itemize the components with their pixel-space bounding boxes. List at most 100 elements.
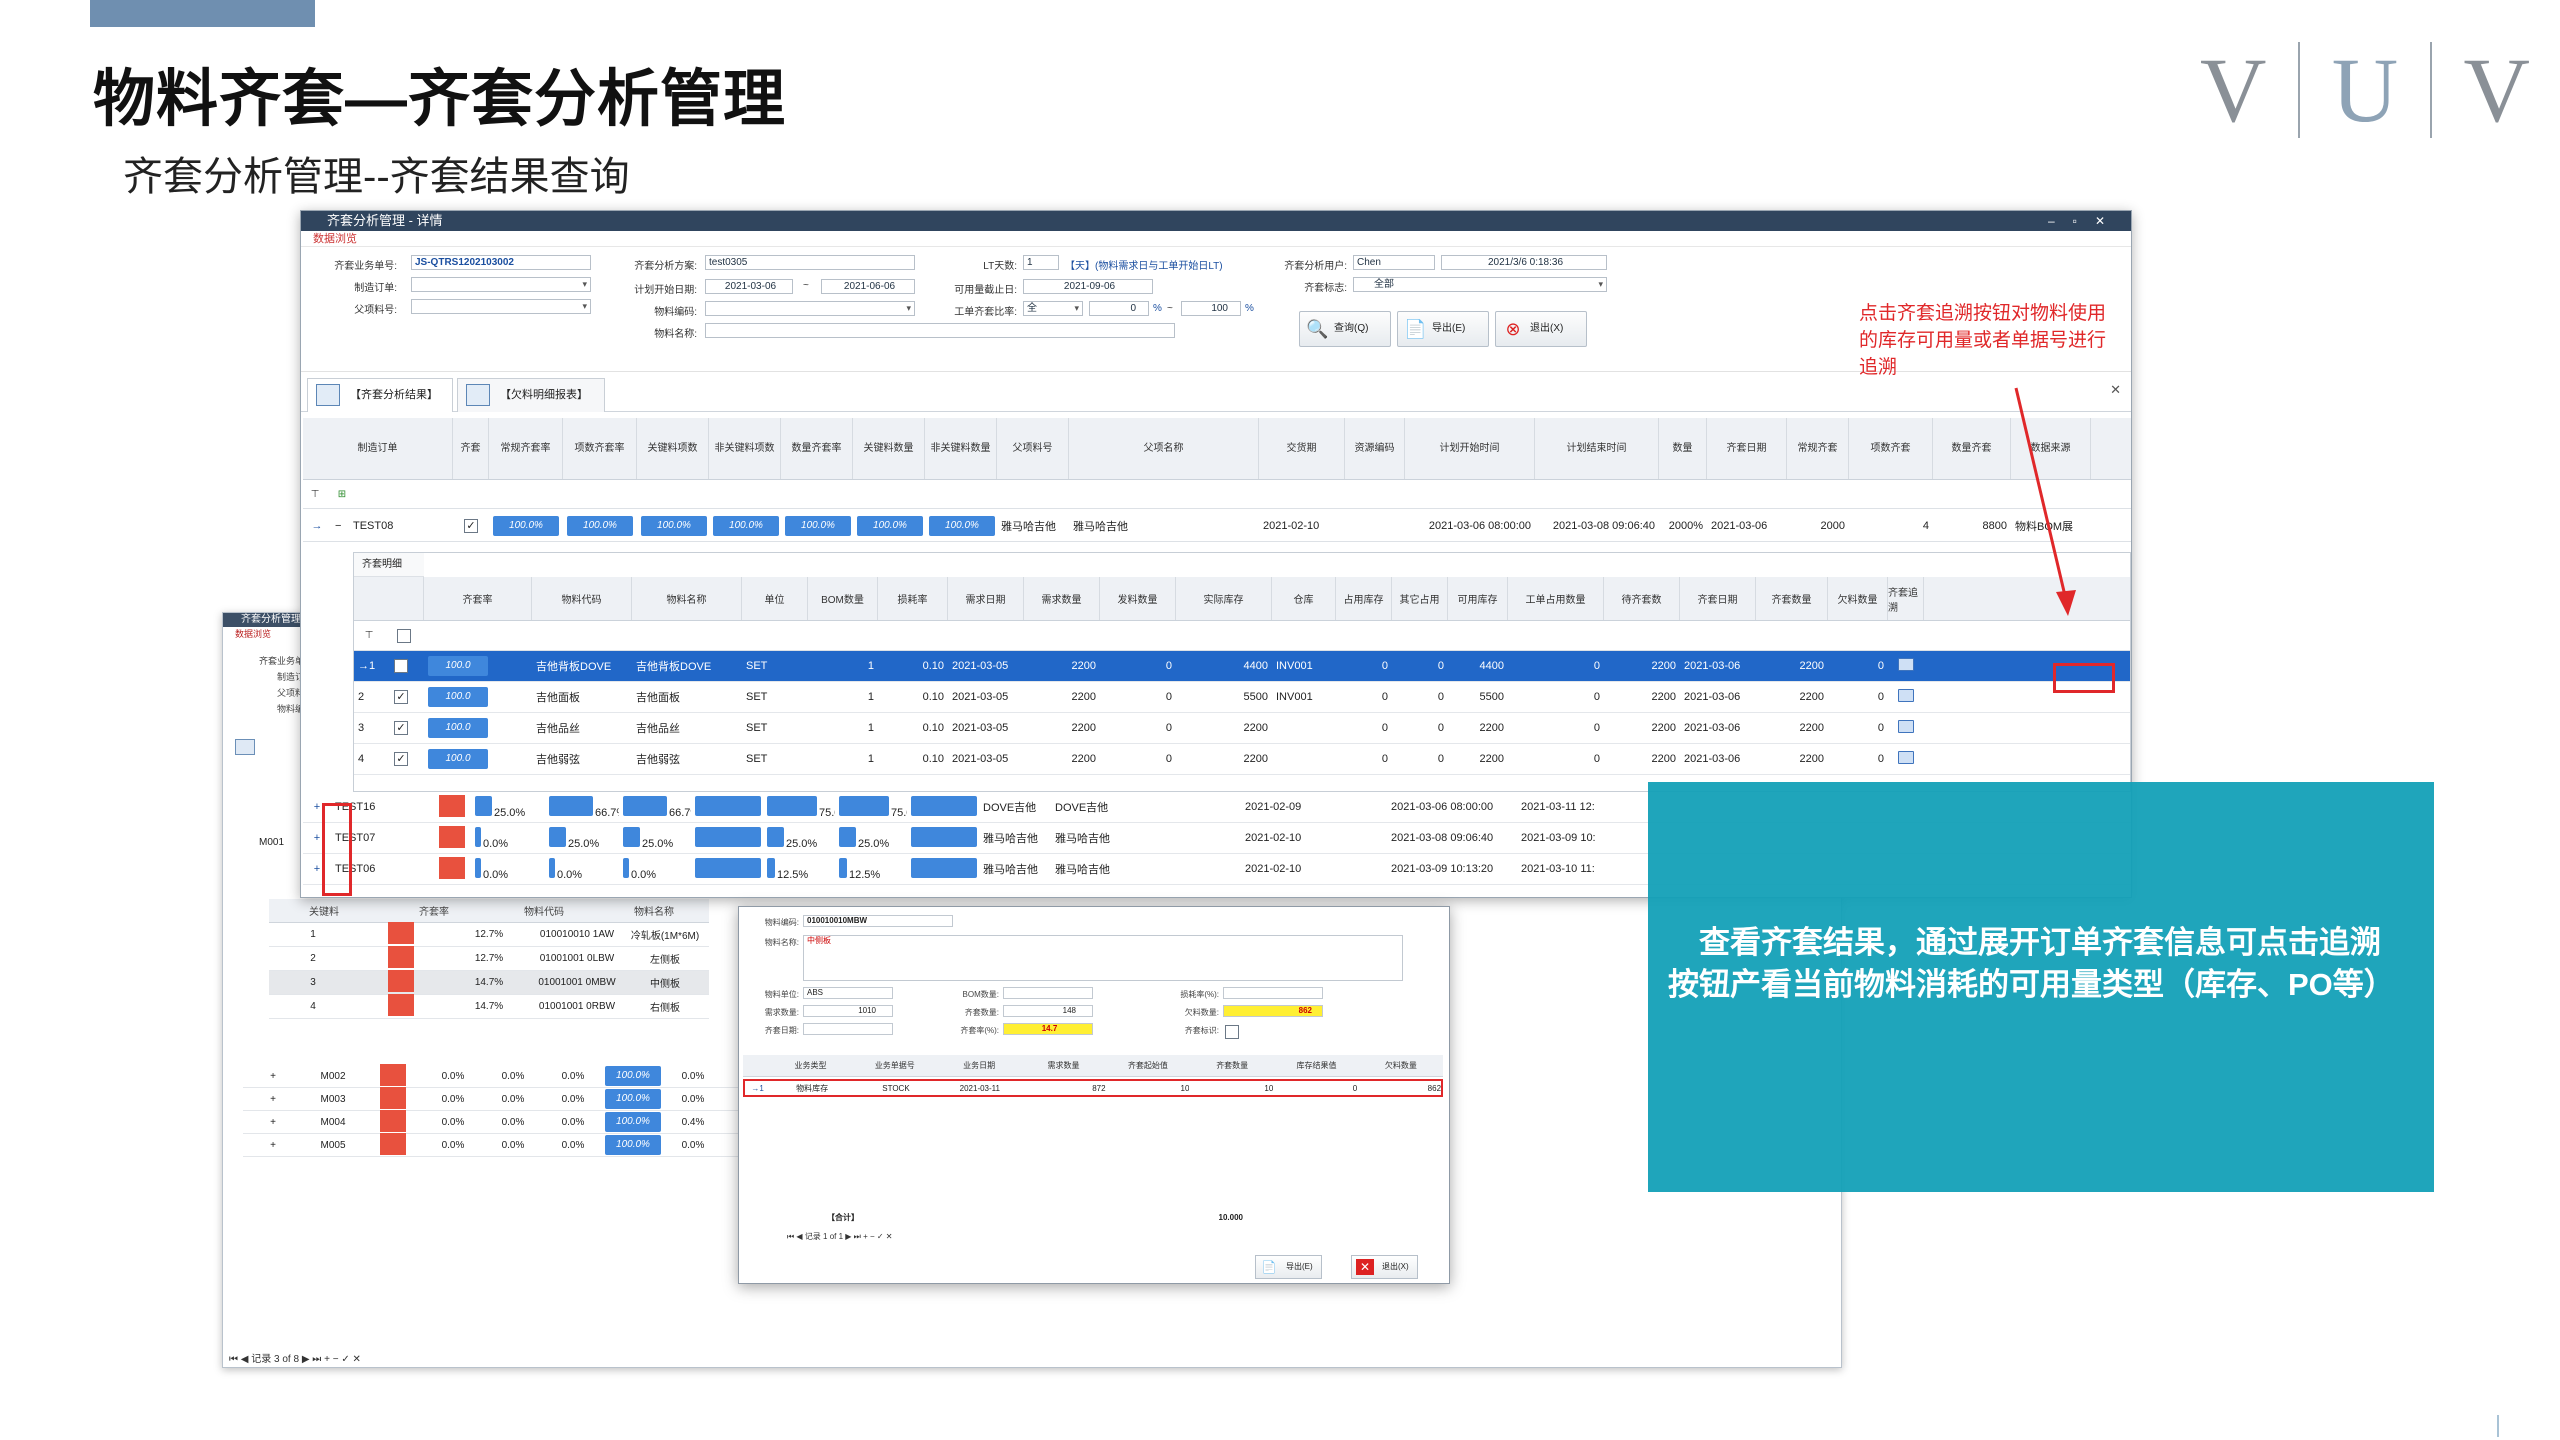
grid-col-12[interactable]: 资源编码	[1345, 418, 1405, 479]
pp-unit-field[interactable]: ABS	[803, 987, 893, 999]
sub-col-19[interactable]: 齐套追溯	[1888, 577, 1924, 620]
restore-icon[interactable]: ▫	[2073, 214, 2095, 228]
material-code-select[interactable]	[705, 301, 915, 316]
sub-col-10[interactable]: 仓库	[1272, 577, 1336, 620]
sub-col-16[interactable]: 齐套日期	[1680, 577, 1756, 620]
grid-col-17[interactable]: 常规齐套	[1787, 418, 1849, 479]
pp-flag-checkbox[interactable]	[1225, 1023, 1239, 1041]
exit-button[interactable]: ⊗ 退出(X)	[1495, 311, 1587, 347]
close-icon[interactable]: ✕	[2095, 214, 2123, 228]
pp-loss-field[interactable]	[1223, 987, 1323, 999]
grid-col-19[interactable]: 数量齐套	[1933, 418, 2011, 479]
expand-icon[interactable]: +	[243, 1140, 303, 1151]
trace-popup-row[interactable]: →1 物料库存 STOCK 2021-03-11 872 10 10 0 862	[743, 1079, 1443, 1097]
minimize-icon[interactable]: –	[2048, 214, 2073, 228]
row-checkbox[interactable]: ✓	[390, 690, 424, 704]
sub-col-6[interactable]: 需求日期	[948, 577, 1024, 620]
filter-checkbox[interactable]	[384, 628, 424, 643]
grid-col-13[interactable]: 计划开始时间	[1405, 418, 1535, 479]
sub-col-8[interactable]: 发料数量	[1100, 577, 1176, 620]
sub-col-17[interactable]: 齐套数量	[1756, 577, 1828, 620]
pp-export-button[interactable]: 📄 导出(E)	[1255, 1255, 1322, 1279]
sub-col-1[interactable]: 物料代码	[532, 577, 632, 620]
table-row[interactable]: →1 ✓ 100.0 吉他背板DOVE 吉他背板DOVE SET 1 0.10 2021-03-…	[354, 651, 2130, 682]
pp-name-field[interactable]: 中侧板	[803, 935, 1403, 981]
tab-kit-result[interactable]: 【齐套分析结果】	[307, 378, 453, 412]
lt-field[interactable]: 1	[1023, 255, 1059, 270]
ratio-mode-select[interactable]: 全	[1023, 301, 1083, 316]
biz-no-field[interactable]: JS-QTRS1202103002	[411, 255, 591, 270]
grid-col-7[interactable]: 关键料数量	[853, 418, 925, 479]
sub-col-9[interactable]: 实际库存	[1176, 577, 1272, 620]
start-from-field[interactable]: 2021-03-06	[705, 279, 793, 294]
sub-col-3[interactable]: 单位	[742, 577, 808, 620]
row-checkbox[interactable]: ✓	[390, 721, 424, 735]
pp-short-field[interactable]: 862	[1223, 1005, 1323, 1017]
grid-col-18[interactable]: 项数齐套	[1849, 418, 1933, 479]
expand-icon[interactable]: +	[243, 1117, 303, 1128]
sub-col-7[interactable]: 需求数量	[1024, 577, 1100, 620]
table-row[interactable]: + M002 0.0% 0.0% 0.0% 100.0% 0.0%	[243, 1063, 763, 1088]
sub-col-18[interactable]: 欠料数量	[1828, 577, 1888, 620]
start-to-field[interactable]: 2021-06-06	[821, 279, 915, 294]
sub-col-2[interactable]: 物料名称	[632, 577, 742, 620]
grid-col-9[interactable]: 父项料号	[997, 418, 1069, 479]
table-row[interactable]: 4 ✓ 100.0 吉他弱弦 吉他弱弦 SET 1 0.10 2021-03-05 2200 0 22…	[354, 744, 2130, 775]
avail-date-field[interactable]: 2021-09-06	[1023, 279, 1153, 294]
grid-col-4[interactable]: 关键料项数	[637, 418, 709, 479]
export-button[interactable]: 📄 导出(E)	[1397, 311, 1489, 347]
plan-field[interactable]: test0305	[705, 255, 915, 270]
grid-col-16[interactable]: 齐套日期	[1707, 418, 1787, 479]
pp-rate-field[interactable]: 14.7	[1003, 1023, 1093, 1035]
sub-col-13[interactable]: 可用库存	[1448, 577, 1508, 620]
kit-detail-filter-row[interactable]: ⊤	[354, 621, 2130, 651]
table-row[interactable]: 3 14.7% 01001001 0MBW 中侧板	[269, 970, 709, 995]
table-row[interactable]: 2 12.7% 01001001 0LBW 左侧板	[269, 946, 709, 971]
order-select[interactable]	[411, 277, 591, 292]
grid-col-5[interactable]: 非关键料项数	[709, 418, 781, 479]
table-row[interactable]: + M005 0.0% 0.0% 0.0% 100.0% 0.0%	[243, 1132, 763, 1157]
row-checkbox[interactable]: ✓	[390, 659, 424, 673]
parent-select[interactable]	[411, 299, 591, 314]
close-tab-icon[interactable]: ✕	[2110, 382, 2121, 398]
sub-col-12[interactable]: 其它占用	[1392, 577, 1448, 620]
collapse-icon[interactable]: −	[331, 520, 349, 532]
grid-col-1[interactable]: 齐套	[453, 418, 489, 479]
sub-col-11[interactable]: 占用库存	[1336, 577, 1392, 620]
flag-select[interactable]: 全部	[1353, 277, 1607, 292]
expand-icon[interactable]: +	[243, 1071, 303, 1082]
pp-bom-field[interactable]	[1003, 987, 1093, 999]
result-filter-row[interactable]: ⊤ ⊞	[303, 481, 2131, 509]
grid-col-6[interactable]: 数量齐套率	[781, 418, 853, 479]
table-row[interactable]: + M003 0.0% 0.0% 0.0% 100.0% 0.0%	[243, 1086, 763, 1111]
table-row[interactable]: + M004 0.0% 0.0% 0.0% 100.0% 0.4%	[243, 1109, 763, 1134]
user-field[interactable]: Chen	[1353, 255, 1435, 270]
query-button[interactable]: 🔍 查询(Q)	[1299, 311, 1391, 347]
pp-need-field[interactable]: 1010	[803, 1005, 893, 1017]
table-row[interactable]: 2 ✓ 100.0 吉他面板 吉他面板 SET 1 0.10 2021-03-05 2200 0 55…	[354, 682, 2130, 713]
grid-col-2[interactable]: 常规齐套率	[489, 418, 563, 479]
sub-col-4[interactable]: BOM数量	[808, 577, 878, 620]
grid-col-10[interactable]: 父项名称	[1069, 418, 1259, 479]
grid-col-0[interactable]: 制造订单	[303, 418, 453, 479]
trace-button[interactable]	[1888, 689, 1924, 705]
expand-icon[interactable]: +	[243, 1094, 303, 1105]
user-time-field[interactable]: 2021/3/6 0:18:36	[1441, 255, 1607, 270]
table-row-test08[interactable]: → − TEST08 ✓ 100.0% 100.0% 100.0% 100.0%…	[303, 510, 2131, 542]
pp-date-field[interactable]	[803, 1023, 893, 1035]
table-row[interactable]: 3 ✓ 100.0 吉他品丝 吉他品丝 SET 1 0.10 2021-03-05 2200 0 22…	[354, 713, 2130, 744]
grid-col-3[interactable]: 项数齐套率	[563, 418, 637, 479]
table-row[interactable]: 4 14.7% 01001001 0RBW 右侧板	[269, 994, 709, 1019]
sub-col-15[interactable]: 待齐套数	[1604, 577, 1680, 620]
pp-exit-button[interactable]: ✕ 退出(X)	[1351, 1255, 1418, 1279]
grid-col-14[interactable]: 计划结束时间	[1535, 418, 1659, 479]
ratio-from-field[interactable]: 0	[1089, 301, 1149, 316]
trace-button[interactable]	[1888, 751, 1924, 767]
trace-button[interactable]	[1888, 658, 1924, 674]
grid-col-15[interactable]: 数量	[1659, 418, 1707, 479]
pp-kit-field[interactable]: 148	[1003, 1005, 1093, 1017]
sub-col-14[interactable]: 工单占用数量	[1508, 577, 1604, 620]
table-row[interactable]: 1 12.7% 010010010 1AW 冷轧板(1M*6M)	[269, 922, 709, 947]
grid-col-8[interactable]: 非关键料数量	[925, 418, 997, 479]
row-checkbox[interactable]: ✓	[390, 752, 424, 766]
